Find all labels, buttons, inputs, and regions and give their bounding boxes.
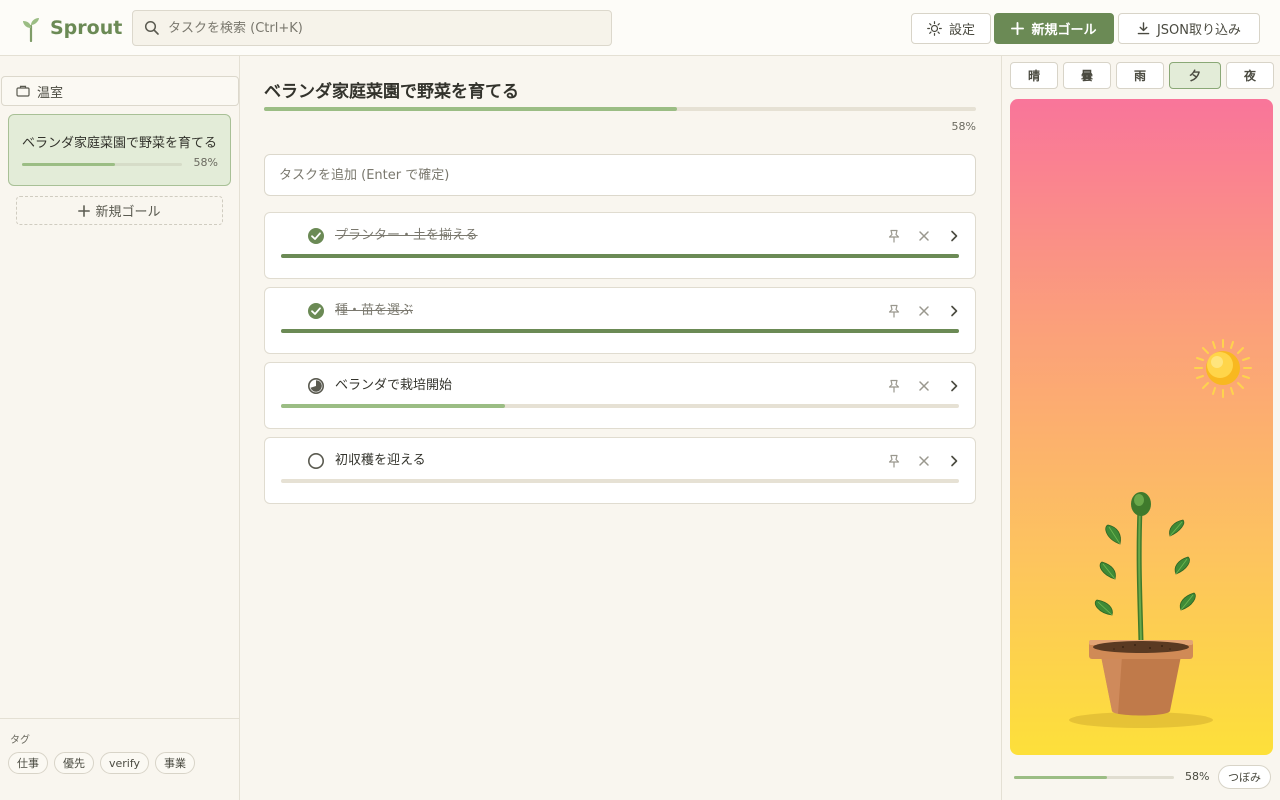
close-icon[interactable]	[915, 227, 933, 245]
task-actions	[885, 302, 963, 320]
task-progress-fill	[281, 404, 505, 408]
search-input[interactable]	[168, 20, 598, 36]
new-goal-button[interactable]: 新規ゴール	[994, 13, 1114, 44]
sidebar: 温室 ベランダ家庭菜園で野菜を育てる 58% 新規ゴール タグ 仕事 優先 veri…	[0, 56, 240, 800]
chevron-right-icon[interactable]	[945, 302, 963, 320]
sprout-logo-icon	[23, 18, 39, 42]
goal-title: ベランダ家庭菜園で野菜を育てる	[264, 82, 519, 102]
garden-panel: 晴曇雨夕夜 58% つぼみ	[1001, 56, 1280, 800]
task-progress-fill	[281, 254, 959, 258]
tag-chip[interactable]: 仕事	[8, 752, 48, 774]
task-label: 初収穫を迎える	[335, 453, 426, 468]
task-item[interactable]: 初収穫を迎える	[264, 437, 976, 504]
task-label: 種・苗を選ぶ	[335, 303, 414, 318]
check-circle-icon[interactable]	[307, 302, 325, 320]
box-icon	[16, 85, 30, 97]
weather-tab-4[interactable]: 夜	[1226, 62, 1274, 89]
json-import-label: JSON取り込み	[1156, 23, 1242, 38]
sidebar-new-goal-label: 新規ゴール	[95, 205, 161, 220]
task-item[interactable]: ベランダで栽培開始	[264, 362, 976, 429]
plant-growth-percent: 58%	[1185, 770, 1210, 783]
goal-card-progress	[22, 163, 182, 166]
search-icon	[144, 20, 159, 35]
task-progress-bar	[281, 479, 959, 483]
pin-icon[interactable]	[885, 377, 903, 395]
growth-stage-badge: つぼみ	[1218, 765, 1271, 789]
weather-tab-0[interactable]: 晴	[1010, 62, 1058, 89]
weather-tab-2[interactable]: 雨	[1116, 62, 1164, 89]
folder-greenhouse[interactable]: 温室	[1, 76, 239, 106]
goal-card-title: ベランダ家庭菜園で野菜を育てる	[22, 136, 218, 151]
chevron-right-icon[interactable]	[945, 227, 963, 245]
tags-heading: タグ	[10, 735, 30, 746]
task-actions	[885, 452, 963, 470]
close-icon[interactable]	[915, 377, 933, 395]
empty-circle-icon[interactable]	[307, 452, 325, 470]
folder-label: 温室	[37, 85, 64, 101]
app-header: Sprout 設定 新規ゴール JSON取り込み	[0, 0, 1280, 56]
plant-growth-bar	[1014, 776, 1174, 779]
task-item[interactable]: プランター・土を揃える	[264, 212, 976, 279]
goal-card[interactable]: ベランダ家庭菜園で野菜を育てる 58%	[8, 114, 231, 186]
check-circle-icon[interactable]	[307, 227, 325, 245]
task-label: ベランダで栽培開始	[335, 378, 453, 393]
tag-list: 仕事 優先 verify 事業	[8, 752, 196, 774]
pin-icon[interactable]	[885, 302, 903, 320]
sun-settings-icon	[927, 21, 942, 36]
add-task-input[interactable]	[264, 154, 976, 196]
goal-progress-fill	[264, 107, 677, 111]
plant-scene	[1010, 99, 1273, 755]
chevron-right-icon[interactable]	[945, 377, 963, 395]
close-icon[interactable]	[915, 302, 933, 320]
weather-tab-1[interactable]: 曇	[1063, 62, 1111, 89]
settings-button[interactable]: 設定	[911, 13, 991, 44]
goal-card-progress-fill	[22, 163, 115, 166]
task-actions	[885, 377, 963, 395]
goal-progress-bar	[264, 107, 976, 111]
sun-icon	[1194, 339, 1252, 398]
goal-card-percent: 58%	[193, 156, 218, 169]
sidebar-new-goal-button[interactable]: 新規ゴール	[16, 196, 223, 225]
task-label: プランター・土を揃える	[335, 228, 478, 243]
tag-chip[interactable]: verify	[100, 752, 150, 774]
goal-detail: ベランダ家庭菜園で野菜を育てる 58% プランター・土を揃える種・苗を選ぶベラン…	[240, 56, 1000, 800]
task-progress-bar	[281, 329, 959, 333]
pin-icon[interactable]	[885, 227, 903, 245]
tag-chip[interactable]: 事業	[155, 752, 196, 774]
new-goal-label: 新規ゴール	[1031, 23, 1097, 38]
pin-icon[interactable]	[885, 452, 903, 470]
weather-tabs: 晴曇雨夕夜	[1010, 62, 1274, 89]
app-name: Sprout	[50, 17, 123, 39]
task-actions	[885, 227, 963, 245]
task-progress-bar	[281, 254, 959, 258]
settings-label: 設定	[948, 23, 975, 38]
partial-progress-icon[interactable]	[307, 377, 325, 395]
search-bar[interactable]	[132, 10, 612, 46]
json-import-button[interactable]: JSON取り込み	[1118, 13, 1260, 44]
plus-icon	[1011, 22, 1025, 35]
weather-tab-3[interactable]: 夕	[1169, 62, 1221, 89]
task-progress-fill	[281, 329, 959, 333]
tags-section: タグ 仕事 優先 verify 事業	[0, 718, 239, 800]
app-logo[interactable]: Sprout	[20, 14, 122, 42]
close-icon[interactable]	[915, 452, 933, 470]
plant-growth-fill	[1014, 776, 1107, 779]
download-icon	[1137, 22, 1150, 35]
goal-progress-percent: 58%	[951, 120, 976, 133]
plus-icon	[78, 204, 91, 217]
task-item[interactable]: 種・苗を選ぶ	[264, 287, 976, 354]
plant-illustration	[1069, 339, 1252, 728]
tag-chip[interactable]: 優先	[54, 752, 94, 774]
chevron-right-icon[interactable]	[945, 452, 963, 470]
task-progress-bar	[281, 404, 959, 408]
